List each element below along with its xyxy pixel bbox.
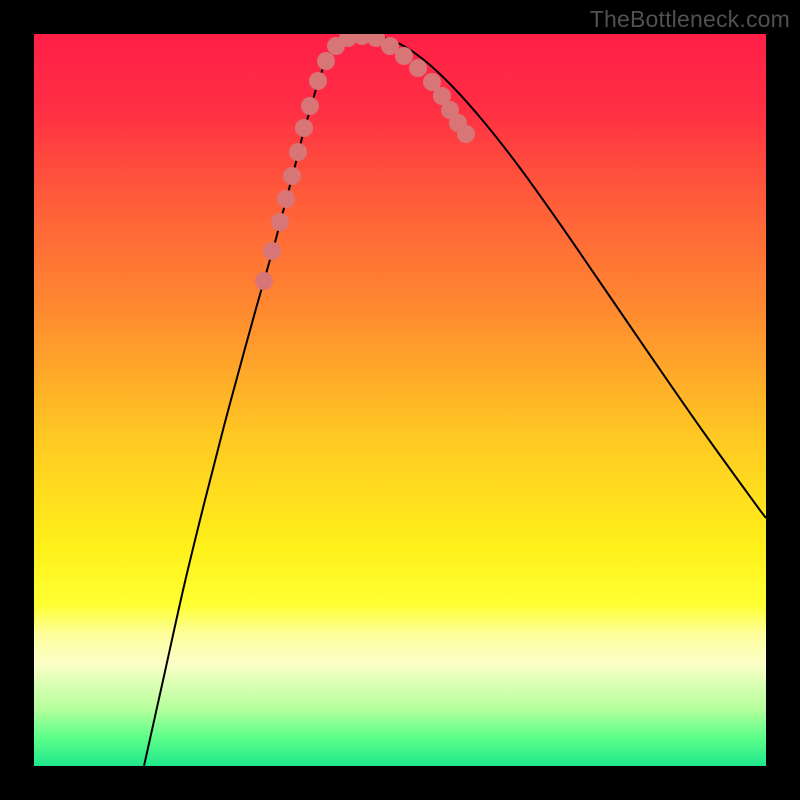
background-gradient <box>34 34 766 766</box>
chart-plot-area <box>34 34 766 766</box>
watermark-text: TheBottleneck.com <box>590 6 790 33</box>
